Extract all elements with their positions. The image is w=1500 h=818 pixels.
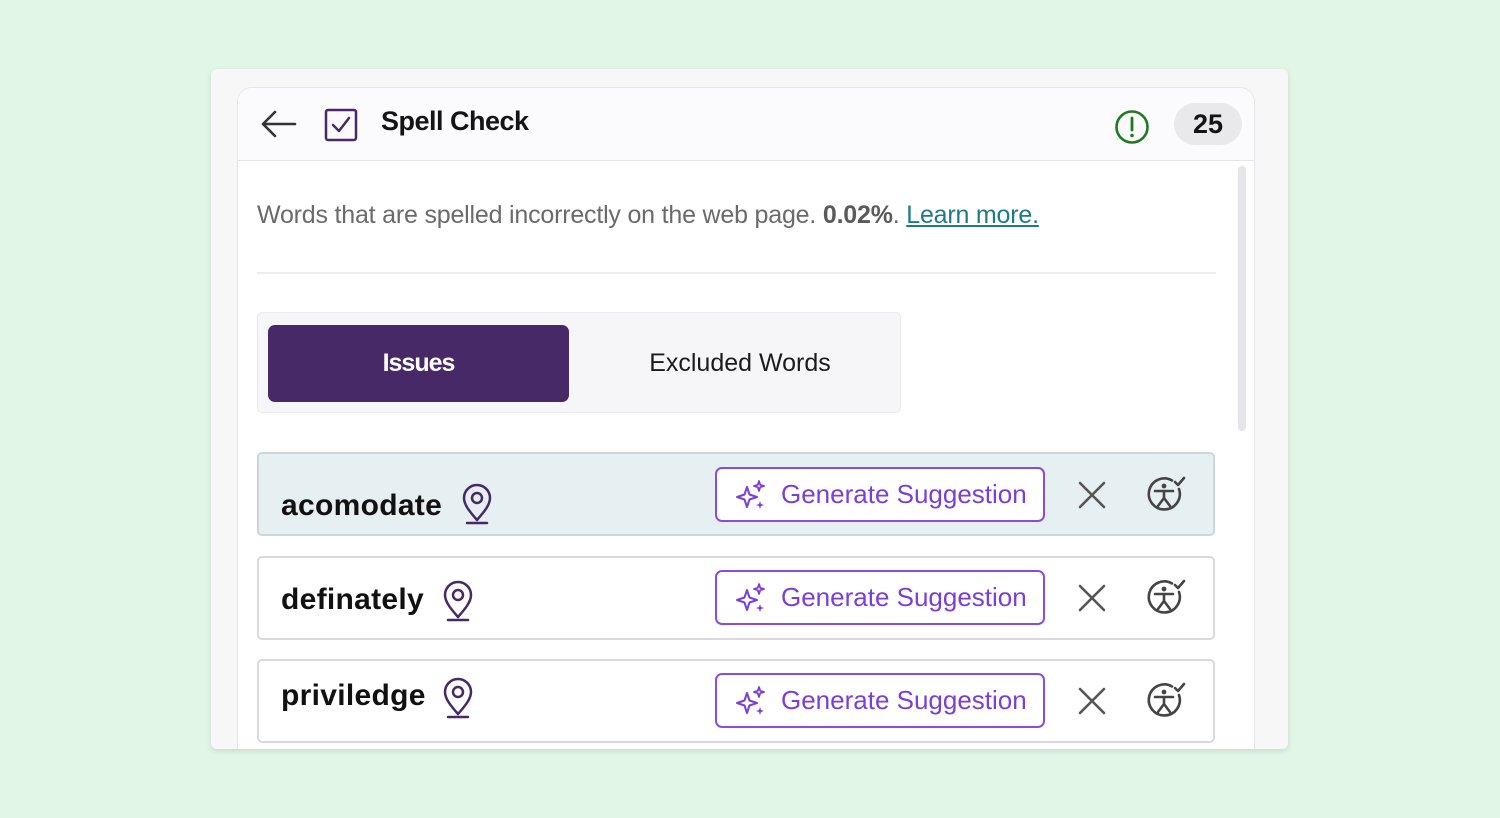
misspelled-percent: 0.02%	[822, 201, 893, 229]
alert-circle-icon	[1115, 110, 1149, 144]
sparkle-icon	[736, 479, 765, 509]
description: Words that are spelled incorrectly on th…	[257, 201, 1039, 230]
tab-bar: Issues Excluded Words	[257, 312, 901, 413]
checkbox-checked-icon	[324, 108, 358, 142]
misspelled-word: priviledge	[281, 679, 426, 712]
learn-more-link[interactable]: Learn more.	[906, 201, 1039, 229]
accessibility-check-icon[interactable]	[1146, 475, 1186, 515]
location-pin-icon[interactable]	[441, 677, 475, 719]
issue-row[interactable]: acomodate Generate Suggestion	[257, 452, 1215, 536]
generate-suggestion-button[interactable]: Generate Suggestion	[715, 673, 1045, 728]
panel-header: Spell Check 25	[238, 88, 1254, 161]
divider	[257, 272, 1216, 274]
sparkle-icon	[736, 685, 765, 715]
scrollbar[interactable]	[1238, 166, 1246, 431]
tab-excluded-words[interactable]: Excluded Words	[578, 325, 902, 402]
issue-row[interactable]: priviledge Generate Suggestion	[257, 659, 1215, 743]
generate-suggestion-button[interactable]: Generate Suggestion	[715, 467, 1045, 522]
close-icon[interactable]	[1077, 686, 1107, 716]
close-icon[interactable]	[1077, 480, 1107, 510]
page-title: Spell Check	[381, 106, 529, 136]
sparkle-icon	[736, 582, 765, 612]
location-pin-icon[interactable]	[460, 483, 494, 525]
outer-card: Spell Check 25 Words that are spelled in…	[211, 69, 1288, 749]
misspelled-word: definately	[281, 583, 425, 616]
arrow-left-icon[interactable]	[259, 108, 297, 140]
tab-issues[interactable]: Issues	[268, 325, 569, 402]
generate-suggestion-label: Generate Suggestion	[781, 479, 1027, 509]
accessibility-check-icon[interactable]	[1146, 681, 1186, 721]
issue-row[interactable]: definately Generate Suggestion	[257, 556, 1215, 640]
generate-suggestion-label: Generate Suggestion	[781, 685, 1027, 715]
generate-suggestion-button[interactable]: Generate Suggestion	[715, 570, 1045, 625]
description-text: Words that are spelled incorrectly on th…	[257, 201, 817, 229]
accessibility-check-icon[interactable]	[1146, 578, 1186, 618]
generate-suggestion-label: Generate Suggestion	[781, 582, 1027, 612]
location-pin-icon[interactable]	[441, 580, 475, 622]
misspelled-word: acomodate	[281, 489, 443, 522]
issue-count-badge: 25	[1174, 103, 1242, 145]
description-period: .	[892, 201, 900, 229]
close-icon[interactable]	[1077, 583, 1107, 613]
spell-check-panel: Spell Check 25 Words that are spelled in…	[238, 88, 1254, 749]
